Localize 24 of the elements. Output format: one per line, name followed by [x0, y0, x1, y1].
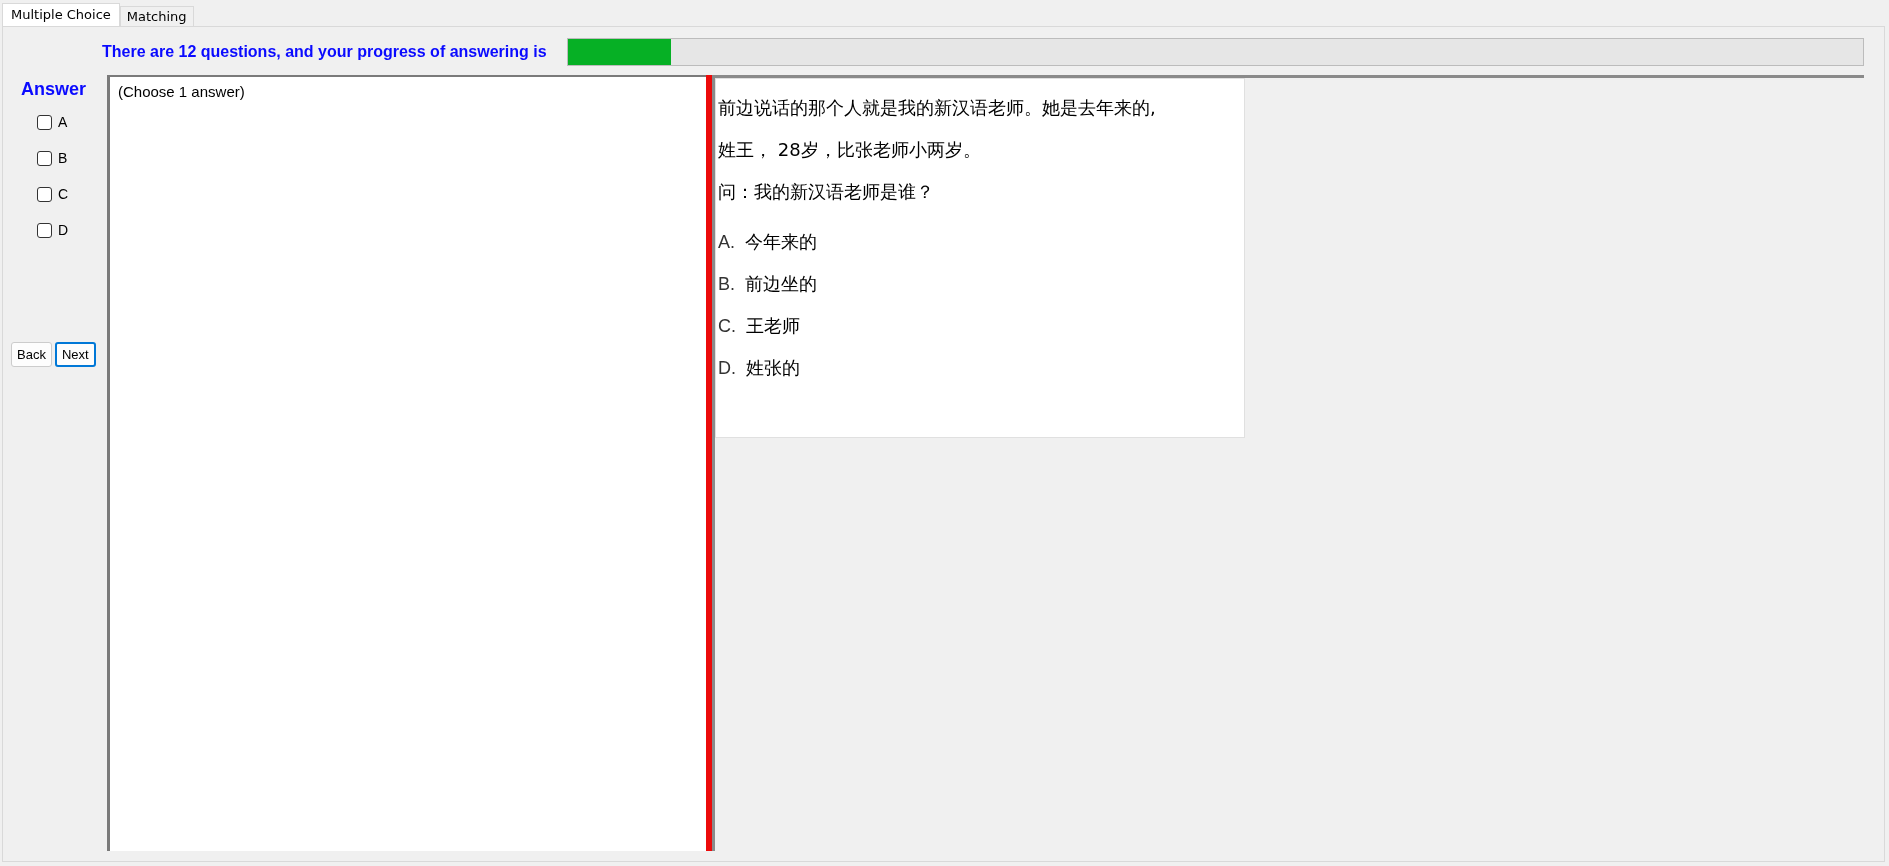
tab[interactable]: Matching — [119, 6, 194, 26]
choice-text: 今年来的 — [745, 230, 817, 254]
answer-hint: (Choose 1 answer) — [118, 83, 245, 100]
question-text: 前边说话的那个人就是我的新汉语老师。她是去年来的, — [718, 96, 1157, 120]
nav-button[interactable]: Back — [11, 342, 52, 367]
choice-text: 王老师 — [746, 314, 800, 338]
splitter-bar[interactable] — [706, 75, 712, 851]
choice-letter: A. — [718, 231, 735, 254]
choice-letter: D. — [718, 357, 736, 380]
answer-text-box[interactable]: (Choose 1 answer) — [107, 75, 706, 851]
choice-text: 前边坐的 — [745, 272, 817, 296]
answer-checkbox[interactable]: B — [37, 150, 68, 166]
nav-button[interactable]: Next — [54, 342, 96, 367]
question-text: 姓王， 28岁，比张老师小两岁。 — [718, 138, 982, 162]
choice-letter: C. — [718, 315, 736, 338]
answer-checkbox[interactable]: A — [37, 114, 68, 130]
choice-text: 姓张的 — [746, 356, 800, 380]
tab[interactable]: Multiple Choice — [2, 3, 120, 26]
question-text: 问：我的新汉语老师是谁？ — [718, 180, 935, 204]
choice-letter: B. — [718, 273, 735, 296]
answer-heading: Answer — [21, 79, 87, 100]
answer-checkbox[interactable]: C — [37, 186, 69, 202]
answer-checkbox[interactable]: D — [37, 222, 69, 238]
progress-label: There are 12 questions, and your progress of answering is — [102, 43, 547, 61]
